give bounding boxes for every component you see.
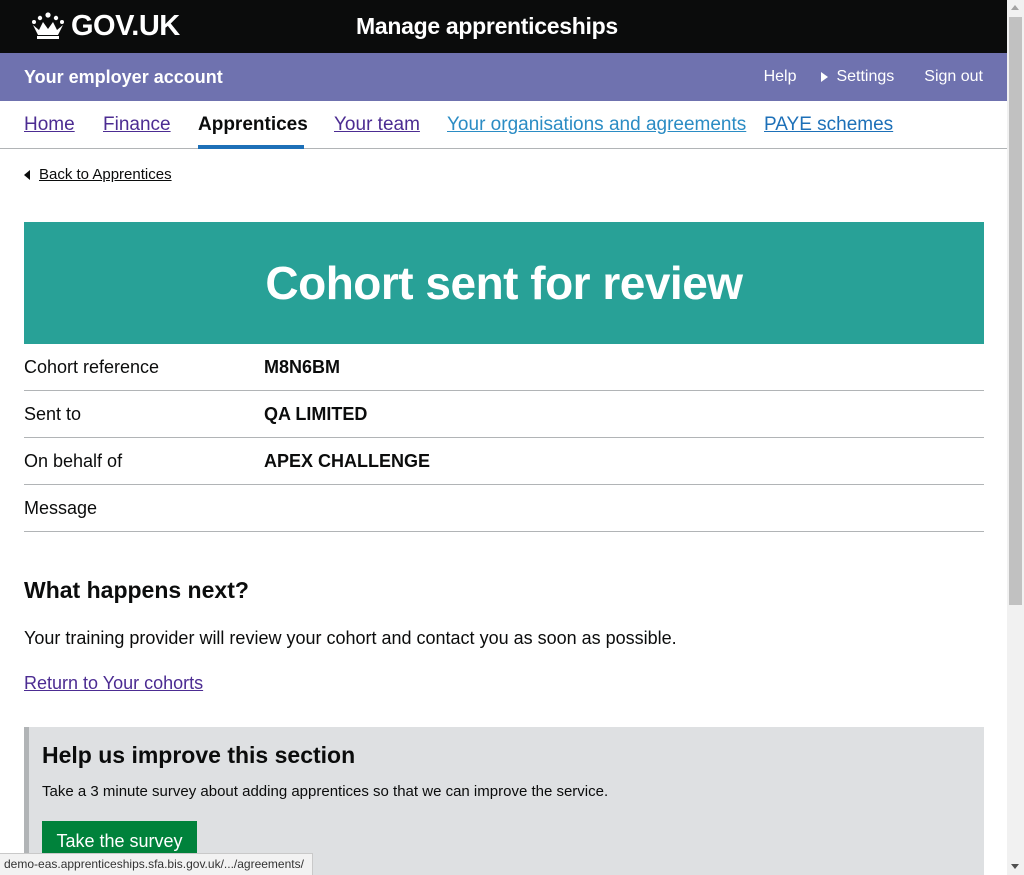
summary-value: QA LIMITED — [264, 404, 368, 424]
nav-item-apprentices[interactable]: Apprentices — [198, 114, 308, 136]
summary-key: On behalf of — [24, 451, 123, 471]
nav-item-your-team[interactable]: Your team — [334, 114, 420, 136]
nav-item-paye-schemes[interactable]: PAYE schemes — [764, 114, 893, 136]
account-bar: Your employer account Help Settings Sign… — [0, 53, 1007, 101]
nav-item-organisations[interactable]: Your organisations and agreements — [447, 114, 746, 136]
confirmation-panel: Cohort sent for review — [24, 222, 984, 344]
summary-list: Cohort reference M8N6BM Sent to QA LIMIT… — [24, 344, 984, 532]
summary-row-cohort-reference: Cohort reference M8N6BM — [24, 344, 984, 391]
summary-value: APEX CHALLENGE — [264, 451, 431, 471]
scrollbar-thumb[interactable] — [1009, 17, 1022, 605]
summary-key: Cohort reference — [24, 357, 160, 377]
nav-item-finance[interactable]: Finance — [103, 114, 171, 136]
settings-label: Settings — [836, 68, 895, 85]
summary-row-on-behalf-of: On behalf of APEX CHALLENGE — [24, 438, 984, 485]
help-link[interactable]: Help — [764, 67, 797, 87]
active-nav-indicator — [198, 145, 304, 149]
next-steps-text: Your training provider will review your … — [24, 628, 677, 648]
return-to-cohorts-link[interactable]: Return to Your cohorts — [24, 672, 203, 694]
summary-row-message: Message — [24, 485, 984, 532]
triangle-left-icon — [24, 170, 30, 180]
sign-out-link[interactable]: Sign out — [924, 67, 983, 87]
account-title: Your employer account — [24, 67, 223, 87]
govuk-logo-link[interactable]: GOV.UK — [30, 9, 180, 43]
triangle-right-icon — [821, 72, 829, 82]
scroll-up-arrow-icon[interactable] — [1011, 5, 1019, 10]
account-links: Help Settings Sign out — [764, 67, 983, 87]
survey-heading: Help us improve this section — [42, 742, 356, 768]
vertical-scrollbar[interactable] — [1007, 0, 1024, 875]
crown-icon — [32, 12, 64, 39]
link-status-bar: demo-eas.apprenticeships.sfa.bis.gov.uk/… — [0, 853, 313, 875]
back-link-label: Back to Apprentices — [39, 166, 172, 183]
settings-menu[interactable]: Settings — [821, 67, 894, 87]
summary-key: Message — [24, 498, 98, 518]
survey-text: Take a 3 minute survey about adding appr… — [42, 783, 609, 800]
next-steps-heading: What happens next? — [24, 577, 249, 603]
main-nav: Home Finance Apprentices Your team Your … — [0, 101, 1007, 149]
back-link[interactable]: Back to Apprentices — [24, 166, 172, 184]
nav-item-home[interactable]: Home — [24, 114, 75, 136]
service-name[interactable]: Manage apprenticeships — [356, 12, 618, 40]
govuk-logo-text: GOV.UK — [71, 10, 180, 42]
summary-value: M8N6BM — [264, 357, 341, 377]
scroll-down-arrow-icon[interactable] — [1011, 864, 1019, 869]
panel-title: Cohort sent for review — [265, 257, 743, 309]
govuk-header: GOV.UK Manage apprenticeships — [0, 0, 1007, 53]
summary-row-sent-to: Sent to QA LIMITED — [24, 391, 984, 438]
summary-key: Sent to — [24, 404, 82, 424]
